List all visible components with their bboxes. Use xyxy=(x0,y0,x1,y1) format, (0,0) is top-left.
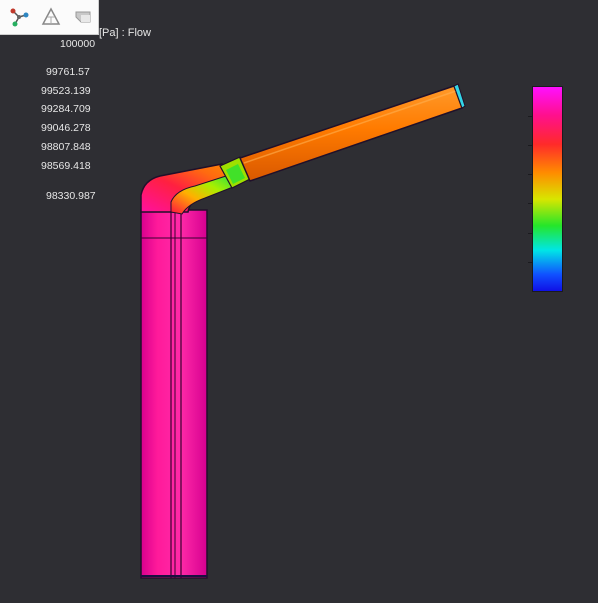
pressure-color-bar xyxy=(532,86,563,292)
viewport-3d[interactable]: [Pa] : Flow 100000 99761.57 99523.139 99… xyxy=(0,0,598,603)
branch-icon[interactable] xyxy=(8,6,30,28)
color-bar-tick xyxy=(528,203,533,204)
color-bar-tick xyxy=(528,145,533,146)
color-bar-tick xyxy=(528,116,533,117)
view-toolbar xyxy=(0,0,99,35)
color-bar-tick xyxy=(528,233,533,234)
color-bar-tick xyxy=(528,262,533,263)
color-bar-tick xyxy=(528,174,533,175)
pipe-flow-render[interactable] xyxy=(0,0,598,603)
triangle-mesh-icon[interactable] xyxy=(40,6,62,28)
surface-icon[interactable] xyxy=(72,6,94,28)
